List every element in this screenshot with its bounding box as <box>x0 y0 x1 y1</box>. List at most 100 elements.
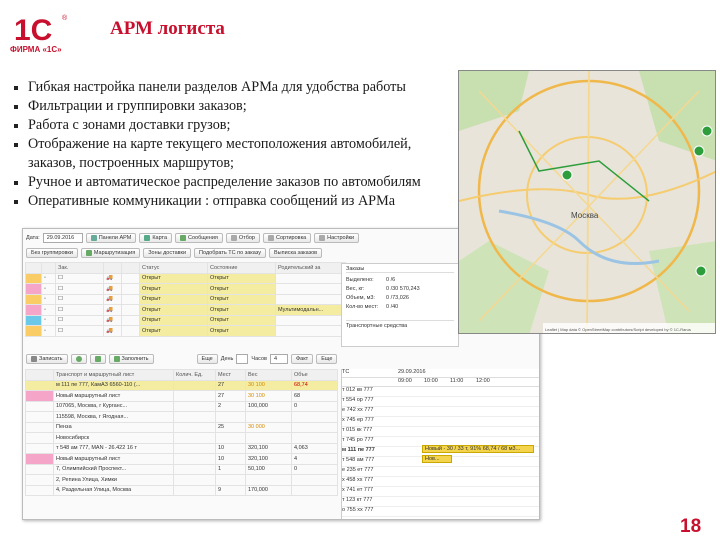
col-status[interactable]: Статус <box>139 262 208 274</box>
schedule-row[interactable]: о 755 хх 777 <box>342 507 539 517</box>
table-row[interactable]: ◦ ☐ 🚚 Открыт Открыт Мультимодальн... <box>25 304 346 316</box>
col-places[interactable]: Мест <box>215 369 246 381</box>
transport-name-cell: Новосибирск <box>53 432 174 444</box>
vehicle-marker[interactable] <box>701 125 713 137</box>
transport-table: Транспорт и маршрутный лист Колич. Ед. Мес… <box>25 369 338 496</box>
table-row[interactable]: ◦ ☐ 🚚 Открыт Открыт <box>25 272 346 284</box>
vehicle-marker[interactable] <box>695 265 707 277</box>
fact-button[interactable]: Факт <box>290 354 314 364</box>
schedule-row[interactable]: т 123 кт 777 <box>342 497 539 507</box>
filter-button[interactable]: Отбор <box>225 233 260 243</box>
hours-input[interactable]: 4 <box>269 354 288 364</box>
schedule-row[interactable]: т 554 ор 777 <box>342 397 539 407</box>
table-row[interactable]: Новосибирск <box>25 432 338 444</box>
more-button[interactable]: Еще <box>196 354 218 364</box>
bullet-item: Ручное и автоматическое распределение за… <box>14 173 464 192</box>
table-row[interactable]: ◦ ☐ 🚚 Открыт Открыт <box>25 325 346 337</box>
table-row[interactable]: ◦ ☐ 🚚 Открыт Открыт <box>25 283 346 295</box>
col-state[interactable]: Состояние <box>207 262 276 274</box>
refresh-button[interactable] <box>89 354 106 364</box>
schedule-vehicle: х 745 ер 777 <box>342 417 374 423</box>
day-input[interactable] <box>236 354 249 364</box>
places-cell: 27 <box>215 390 246 402</box>
map-view[interactable]: Москва Leaflet | Map data © OpenStreetMa… <box>458 70 716 334</box>
routing-button[interactable]: Маршрутизация <box>80 248 141 258</box>
orders-table: Зак. Статус Состояние Родительский за ◦ ☐ 🚚 От… <box>25 262 346 337</box>
volume-cell: 0 <box>291 463 338 475</box>
sort-label: Сортировка <box>275 235 307 241</box>
print-orders-button[interactable]: Выписка заказов <box>269 248 323 258</box>
route-by-order-button[interactable]: Подобрать ТС по заказу <box>194 248 267 258</box>
panel-button[interactable]: Панели АРМ <box>85 233 137 243</box>
col-parent[interactable]: Родительский за <box>275 262 346 274</box>
schedule-row[interactable]: х 745 ер 777 <box>342 417 539 427</box>
filter-label: Отбор <box>238 235 255 241</box>
filter-icon <box>230 235 237 241</box>
sort-icon <box>267 235 274 241</box>
schedule-row[interactable]: т 015 кк 777 <box>342 427 539 437</box>
route-by-order-label: Подобрать ТС по заказу <box>199 250 262 256</box>
plus-icon <box>75 356 82 362</box>
bullet-item-continuation: заказов, построенных маршрутов; <box>28 155 234 171</box>
slide: 1С ® ФИРМА «1С» АРМ логиста Гибкая настр… <box>0 0 720 540</box>
weight-cell: 30 100 <box>245 390 292 402</box>
status-cell: Открыт <box>139 293 208 305</box>
places-cell: 10 <box>215 453 246 465</box>
more-button-2[interactable]: Еще <box>316 354 338 364</box>
table-row[interactable]: 115598, Москва, г Ягодная... <box>25 411 338 423</box>
date-input[interactable]: 29.09.2016 <box>42 233 83 243</box>
vehicle-marker[interactable] <box>561 169 573 181</box>
grouping-button[interactable]: Без группировки <box>26 248 78 258</box>
bullet-item: Гибкая настройка панели разделов АРМа дл… <box>14 78 464 97</box>
parent-cell <box>275 314 346 326</box>
table-row[interactable]: 2, Репина Улица, Химки <box>25 474 338 486</box>
col-transport[interactable]: Транспорт и маршрутный лист <box>53 369 174 381</box>
weight-cell: 30 000 <box>245 421 292 433</box>
schedule-vehicle: х 458 хх 777 <box>342 477 374 483</box>
table-row[interactable]: 4, Раздельная Улица, Москва 9 170,000 <box>25 484 338 496</box>
table-row[interactable]: ◦ ☐ 🚚 Открыт Открыт <box>25 293 346 305</box>
table-row[interactable]: м 111 пе 777, КамАЗ 6560-110 (... 27 30 10… <box>25 379 338 391</box>
col-qty[interactable]: Колич. Ед. <box>173 369 216 381</box>
volume-cell: 4 <box>291 453 338 465</box>
day-label: День <box>220 356 234 362</box>
table-row[interactable]: Новый маршрутный лист 10 320,100 4 <box>25 453 338 465</box>
summary-title: Заказы <box>346 266 454 273</box>
envelope-icon <box>180 235 187 241</box>
map-button[interactable]: Карта <box>139 233 173 243</box>
schedule-row[interactable]: е 235 ет 777 <box>342 467 539 477</box>
sort-button[interactable]: Сортировка <box>262 233 312 243</box>
schedule-row[interactable]: х 741 ет 777 <box>342 487 539 497</box>
route-bar[interactable]: Новый - 30 / 33 т, 91% 68,74 / 68 м3... <box>422 445 534 453</box>
settings-button[interactable]: Настройки <box>314 233 360 243</box>
table-row[interactable]: 7, Олимпийский Проспект... 1 50,100 0 <box>25 463 338 475</box>
schedule-row[interactable]: е 742 хх 777 <box>342 407 539 417</box>
panel-label: Панели АРМ <box>98 235 132 241</box>
summary-value: 0 /73,026 <box>386 295 409 301</box>
add-button[interactable] <box>70 354 87 364</box>
messages-button[interactable]: Сообщения <box>175 233 223 243</box>
summary-label: Объем, м3: <box>346 295 375 301</box>
orders-summary-panel: Заказы Выделено: 0 /6 Вес, кг: 0 /30 570,2… <box>341 263 459 347</box>
svg-text:®: ® <box>62 14 68 22</box>
route-bar[interactable]: Нов... <box>422 455 452 463</box>
schedule-row[interactable]: т 012 кв 777 <box>342 387 539 397</box>
table-row[interactable]: Новый маршрутный лист 27 30 100 68 <box>25 390 338 402</box>
vehicle-marker[interactable] <box>693 145 705 157</box>
table-row[interactable]: Пенза 25 30 000 <box>25 421 338 433</box>
table-row[interactable]: ◦ ☐ 🚚 Открыт Открыт <box>25 314 346 326</box>
zones-button[interactable]: Зоны доставки <box>143 248 192 258</box>
settings-label: Настройки <box>327 235 355 241</box>
schedule-row[interactable]: х 458 хх 777 <box>342 477 539 487</box>
status-cell: Открыт <box>139 283 208 295</box>
schedule-vehicle-header: ТС <box>342 369 350 375</box>
col-volume[interactable]: Объе <box>291 369 338 381</box>
summary-value: 0 /6 <box>386 277 396 283</box>
table-row[interactable]: 107065, Москва, г Курганс... 2 100,000 0 <box>25 400 338 412</box>
col-weight[interactable]: Вес <box>245 369 292 381</box>
fill-button[interactable]: Заполнить <box>108 354 154 364</box>
save-button[interactable]: Записать <box>26 354 68 364</box>
map-icon <box>144 235 151 241</box>
col-order[interactable]: Зак. <box>55 262 104 274</box>
table-row[interactable]: т 548 ам 777, MAN - 26.422 16 т 10 320,100… <box>25 442 338 454</box>
